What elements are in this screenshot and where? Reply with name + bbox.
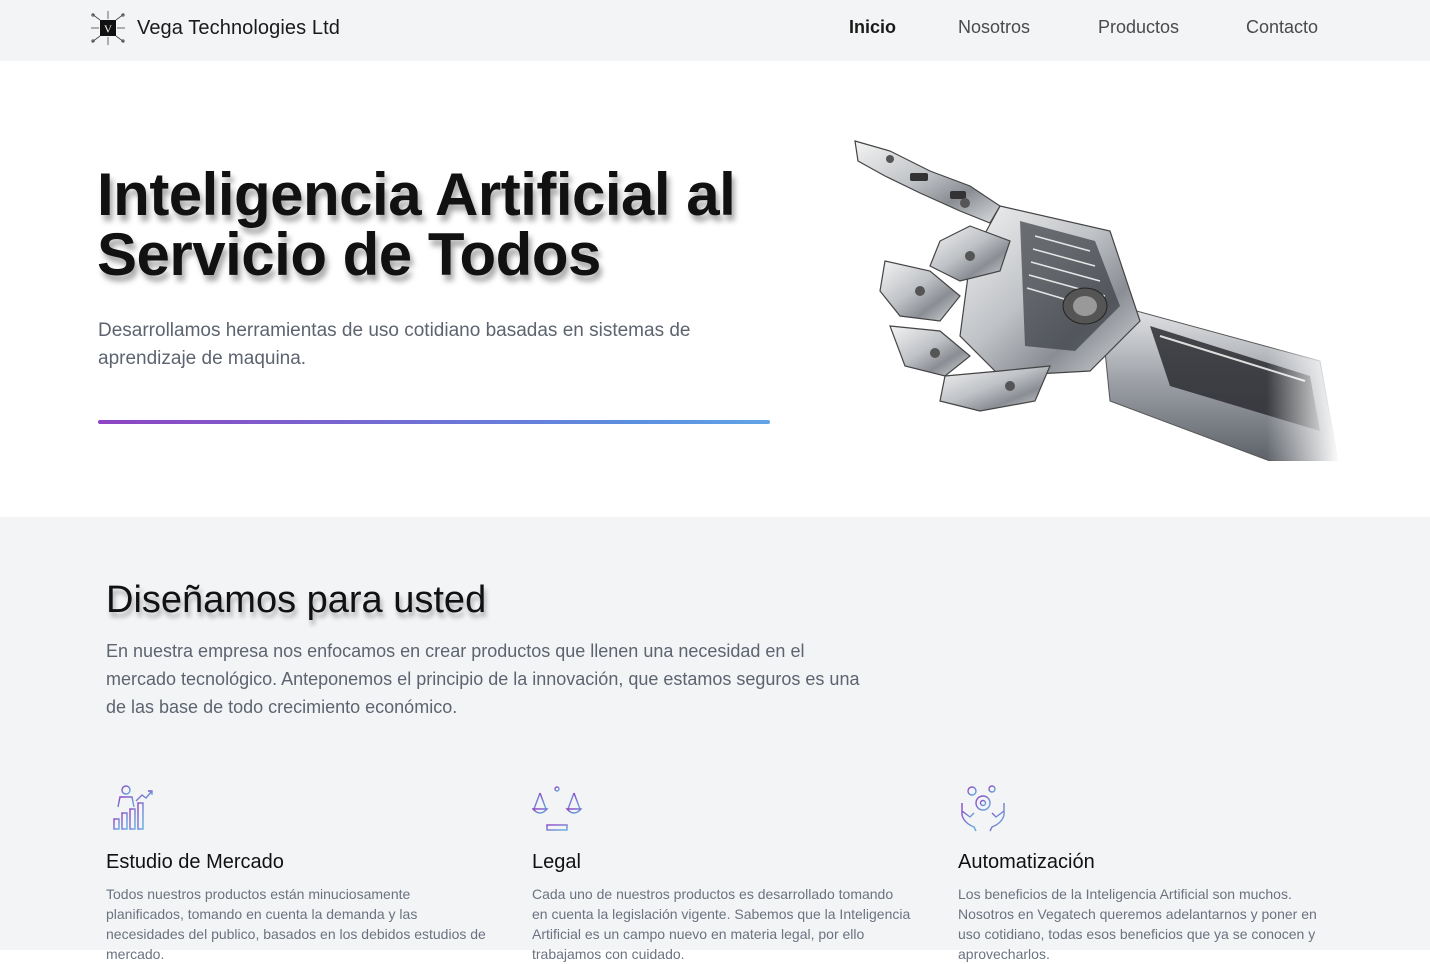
feature-title: Estudio de Mercado [106,851,284,873]
feature-automation: Automatización Los beneficios de la Inte… [958,783,1338,964]
hero-gradient-divider [98,420,770,424]
automation-icon [958,783,1008,833]
feature-market-study: Estudio de Mercado Todos nuestros produc… [106,783,486,964]
scales-icon [531,783,583,833]
nav-link-nosotros[interactable]: Nosotros [958,17,1030,38]
section-title: Diseñamos para usted [106,579,487,621]
section-text: En nuestra empresa nos enfocamos en crea… [106,641,860,717]
feature-legal: Legal Cada uno de nuestros productos es … [531,783,912,964]
feature-text: Los beneficios de la Inteligencia Artifi… [958,886,1317,962]
hero-subtitle: Desarrollamos herramientas de uso cotidi… [98,320,691,369]
nav-link-contacto[interactable]: Contacto [1246,17,1318,38]
navbar: V Vega Technologies Ltd Inicio Nosotros … [0,0,1430,61]
nav-links: Inicio Nosotros Productos Contacto [0,17,1430,41]
feature-title: Legal [532,851,581,873]
robotic-hand-image [850,131,1340,462]
nav-link-productos[interactable]: Productos [1098,17,1179,38]
hero-section: Inteligencia Artificial al Servicio de T… [0,61,1430,517]
feature-text: Todos nuestros productos están minuciosa… [106,886,486,962]
market-study-icon [106,783,156,833]
feature-title: Automatización [958,851,1095,873]
nav-link-inicio[interactable]: Inicio [849,17,896,38]
feature-text: Cada uno de nuestros productos es desarr… [532,886,911,962]
design-section: Diseñamos para usted En nuestra empresa … [0,517,1430,962]
hero-title: Inteligencia Artificial al Servicio de T… [97,161,736,288]
